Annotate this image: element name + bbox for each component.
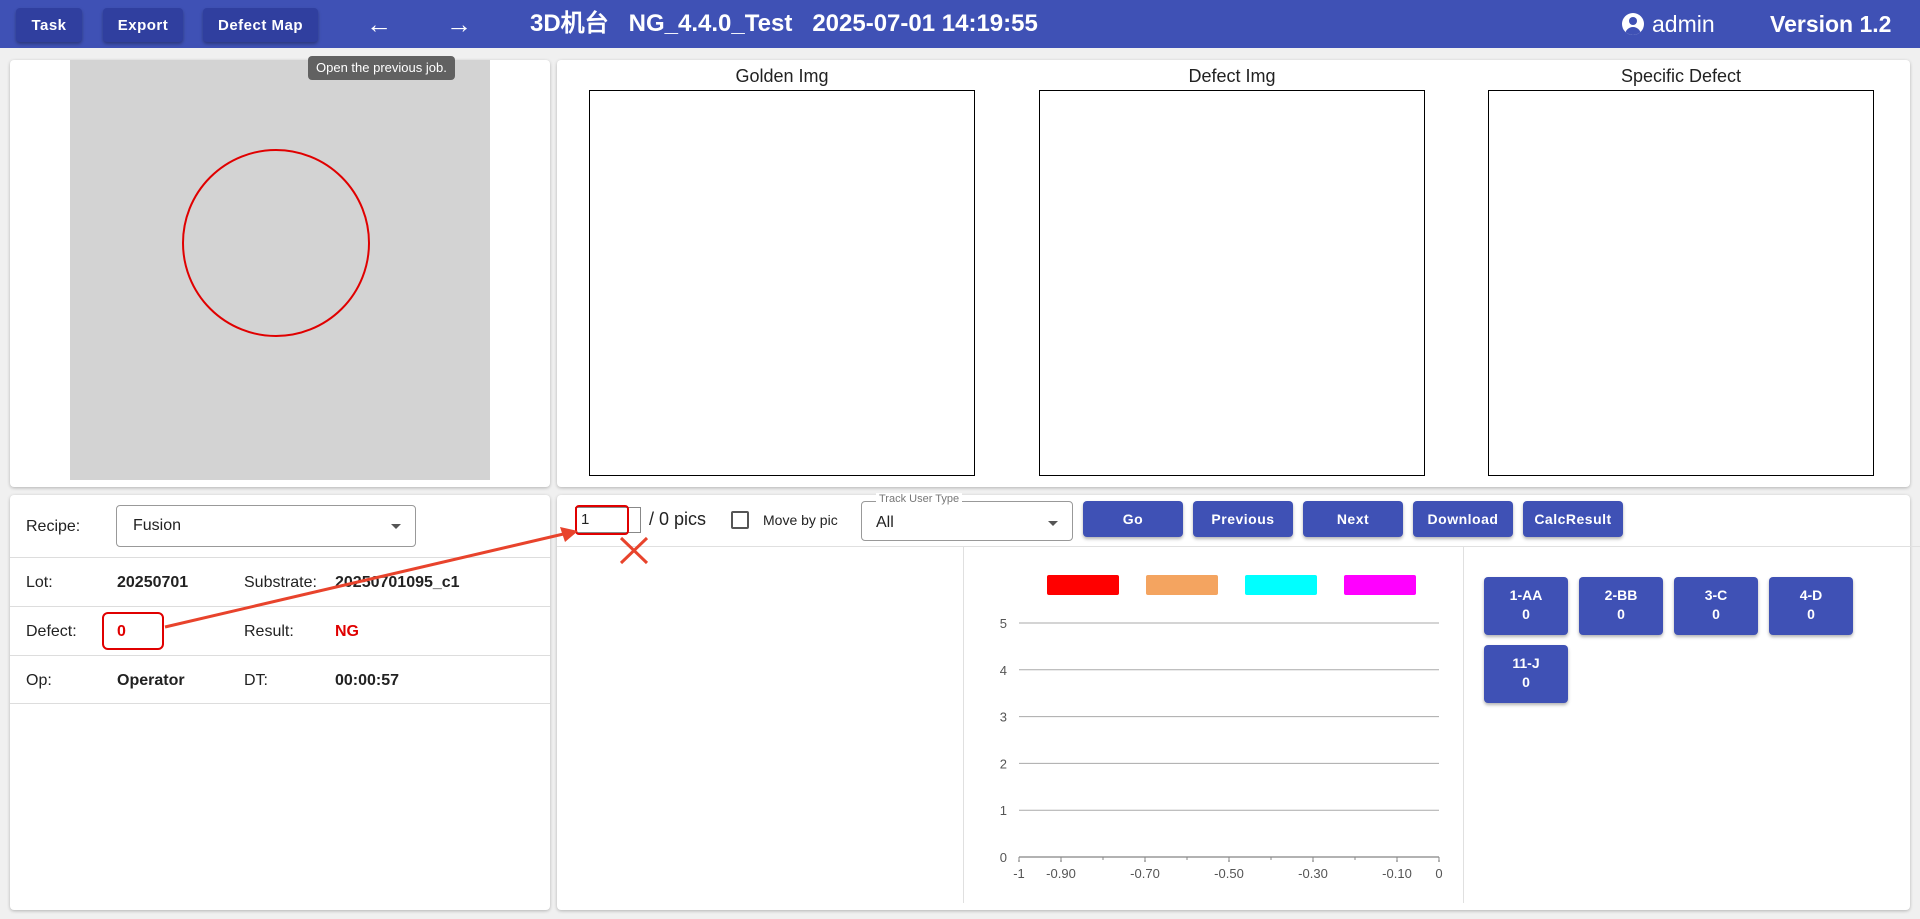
y-tick-label: 5 [1000,616,1007,631]
pic-total: / 0 pics [649,509,707,529]
version-label: Version 1.2 [1770,11,1892,37]
download-button[interactable]: Download [1413,501,1513,537]
defect-type-label: 2-BB [1604,587,1638,603]
account-icon [1622,13,1644,35]
x-tick-label: -0.90 [1046,866,1076,881]
arrow-left-icon[interactable]: ← [359,8,399,40]
x-tick-label: 0 [1435,866,1442,881]
user-name: admin [1652,11,1715,37]
golden-img-title: Golden Img [735,66,829,86]
op-value: Operator [117,672,185,689]
x-tick-label: -0.70 [1130,866,1160,881]
defect-type-count: 0 [1617,606,1625,622]
dropdown-caret-icon [391,524,401,529]
dt-value: 00:00:57 [335,672,400,689]
track-user-type-value: All [876,514,894,531]
image-panel: Golden Img Defect Img Specific Defect [557,60,1910,487]
specific-defect-view [1488,90,1874,476]
legend-swatch-red [1047,575,1119,595]
defect-row: Defect: 0 Result: NG [10,606,550,655]
recipe-value: Fusion [133,517,182,534]
legend-swatch-cyan [1245,575,1317,595]
divider [1463,547,1464,903]
defect-type-label: 1-AA [1509,587,1543,603]
y-tick-label: 4 [1000,663,1007,678]
legend-swatch-orange [1146,575,1218,595]
move-by-pic-checkbox[interactable] [731,511,749,529]
divider [963,547,964,903]
x-tick-label: -0.30 [1298,866,1328,881]
next-button[interactable]: Next [1303,501,1403,537]
x-tick-label: -1 [1013,866,1025,881]
result-value: NG [335,623,359,640]
wafer-outline [182,149,370,337]
page-title: 3D机台 NG_4.4.0_Test 2025-07-01 14:19:55 [530,10,1038,37]
export-button[interactable]: Export [103,8,183,42]
substrate-value: 20250701095_c1 [335,574,460,591]
defect-count-button[interactable]: 2-BB 0 [1579,577,1663,635]
defect-count-button[interactable]: 1-AA 0 [1484,577,1568,635]
x-tick-label: -0.10 [1382,866,1412,881]
task-button[interactable]: Task [16,8,82,42]
legend-swatch-magenta [1344,575,1416,595]
defect-highlight [102,612,164,650]
defect-type-count: 0 [1522,674,1530,690]
result-label: Result: [244,623,294,640]
recipe-label: Recipe: [26,518,81,535]
defect-label: Defect: [26,623,77,640]
op-row: Op: Operator DT: 00:00:57 [10,655,550,704]
defect-count-button[interactable]: 4-D 0 [1769,577,1853,635]
golden-img-view [589,90,975,476]
recipe-select[interactable]: Fusion [116,505,416,547]
defect-value: 0 [117,623,126,640]
substrate-label: Substrate: [244,574,317,591]
pic-index-highlight [575,505,629,535]
analysis-panel: 1 / 0 pics Move by pic Track User Type A… [557,493,1920,910]
track-user-type-label: Track User Type [876,493,963,505]
defect-histogram-chart: 0 1 2 3 4 5 -1 -0.90 -0.70 -0.50 -0.30 -0.10 0 [1000,616,1443,881]
defect-count-button[interactable]: 3-C 0 [1674,577,1758,635]
defect-type-count: 0 [1522,606,1530,622]
y-tick-label: 1 [1000,803,1007,818]
lot-row: Lot: 20250701 Substrate: 20250701095_c1 [10,557,550,606]
specific-defect-title: Specific Defect [1620,66,1742,86]
defect-type-count: 0 [1712,606,1720,622]
defect-type-label: 3-C [1704,587,1728,603]
defect-type-label: 11-J [1512,655,1540,671]
wafer-map[interactable] [70,60,490,480]
y-tick-label: 0 [1000,850,1007,865]
arrow-right-icon[interactable]: → [439,8,479,40]
track-user-type-select[interactable]: Track User Type All [861,493,1073,541]
wafer-map-card [10,60,550,487]
lot-value: 20250701 [117,574,189,591]
defect-type-count: 0 [1807,606,1815,622]
divider [557,546,1920,547]
y-tick-label: 3 [1000,710,1007,725]
tooltip: Open the previous job. [308,56,455,80]
user-menu[interactable]: admin [1622,8,1715,40]
defect-img-title: Defect Img [1188,66,1276,86]
top-bar: Task Export Defect Map ← → 3D机台 NG_4.4.0… [0,0,1920,48]
defect-map-button[interactable]: Defect Map [203,8,318,42]
move-by-pic-label: Move by pic [763,512,838,528]
op-label: Op: [26,672,52,689]
lot-label: Lot: [26,574,53,591]
y-tick-label: 2 [1000,756,1007,771]
calc-result-button[interactable]: CalcResult [1523,501,1623,537]
defect-type-label: 4-D [1799,587,1823,603]
defect-count-button[interactable]: 11-J 0 [1484,645,1568,703]
go-button[interactable]: Go [1083,501,1183,537]
previous-button[interactable]: Previous [1193,501,1293,537]
dropdown-caret-icon [1048,521,1058,526]
x-tick-label: -0.50 [1214,866,1244,881]
defect-img-view [1039,90,1425,476]
dt-label: DT: [244,672,268,689]
info-panel: Recipe: Fusion Lot: 20250701 Substrate: … [10,495,550,910]
